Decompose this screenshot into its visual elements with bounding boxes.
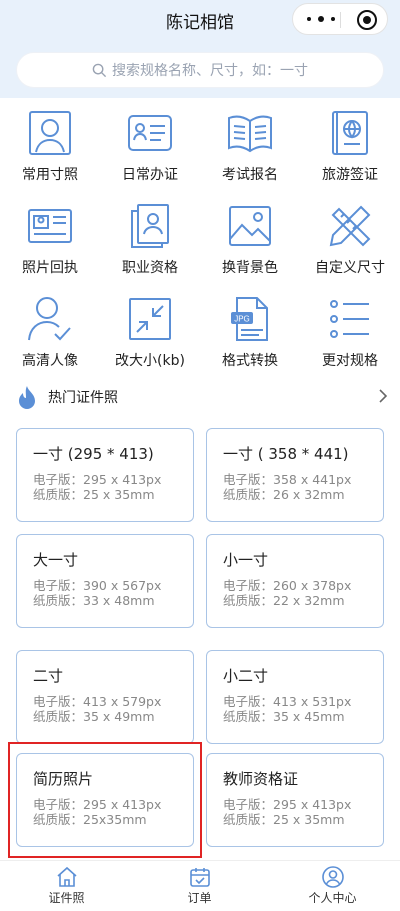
spec-electronic: 电子版：390 x 567px <box>33 578 162 593</box>
svg-text:JPG: JPG <box>234 315 250 324</box>
category-item-background[interactable]: 换背景色 <box>200 197 300 289</box>
spec-card-one-inch-358[interactable]: 一寸 ( 358 * 441) 电子版：358 x 441px 纸质版：26 x … <box>206 428 384 522</box>
spec-electronic: 电子版：358 x 441px <box>223 472 352 487</box>
category-item-common-photo[interactable]: 常用寸照 <box>0 104 100 196</box>
spec-card-name: 一寸 ( 358 * 441) <box>223 445 349 463</box>
category-item-format[interactable]: JPG 格式转换 <box>200 290 300 382</box>
tab-id-photo[interactable]: 证件照 <box>0 865 133 906</box>
hot-section-header[interactable]: 热门证件照 <box>16 384 388 410</box>
certificate-icon <box>131 204 169 248</box>
category-item-exam[interactable]: 考试报名 <box>200 104 300 196</box>
calendar-icon <box>189 868 210 887</box>
search-placeholder: 搜索规格名称、尺寸，如：一寸 <box>112 63 308 79</box>
passport-icon <box>332 111 368 155</box>
spec-card-one-inch[interactable]: 一寸 (295 * 413) 电子版：295 x 413px 纸质版：25 x 3… <box>16 428 194 522</box>
tab-profile[interactable]: 个人中心 <box>266 865 399 906</box>
spec-card-teacher-cert[interactable]: 教师资格证 电子版：295 x 413px 纸质版：25 x 35mm <box>206 753 384 847</box>
spec-paper: 纸质版：25 x 35mm <box>33 487 155 502</box>
spec-card-two-inch[interactable]: 二寸 电子版：413 x 579px 纸质版：35 x 49mm <box>16 650 194 744</box>
category-item-visa[interactable]: 旅游签证 <box>300 104 400 196</box>
jpg-file-icon: JPG <box>231 297 268 341</box>
category-item-more-specs[interactable]: 更对规格 <box>300 290 400 382</box>
spec-card-name: 小二寸 <box>223 667 269 685</box>
more-icon[interactable] <box>307 12 335 26</box>
tab-label: 证件照 <box>48 891 85 905</box>
search-bar[interactable]: 搜索规格名称、尺寸，如：一寸 <box>16 52 384 88</box>
spec-electronic: 电子版：413 x 579px <box>33 694 162 709</box>
category-item-daily-id[interactable]: 日常办证 <box>100 104 200 196</box>
spec-card-large-one-inch[interactable]: 大一寸 电子版：390 x 567px 纸质版：33 x 48mm <box>16 534 194 628</box>
category-item-hd-portrait[interactable]: 高清人像 <box>0 290 100 382</box>
spec-card-name: 二寸 <box>33 667 64 685</box>
user-icon <box>321 866 344 888</box>
close-target-icon[interactable] <box>357 10 377 30</box>
spec-paper: 纸质版：26 x 32mm <box>223 487 345 502</box>
category-item-resize[interactable]: 改大小(kb) <box>100 290 200 382</box>
home-icon <box>56 866 77 887</box>
spec-electronic: 电子版：413 x 531px <box>223 694 352 709</box>
spec-card-name: 教师资格证 <box>223 770 299 788</box>
spec-card-small-one-inch[interactable]: 小一寸 电子版：260 x 378px 纸质版：22 x 32mm <box>206 534 384 628</box>
tab-bar: 证件照 订单 个人中心 <box>0 860 400 911</box>
category-item-custom-size[interactable]: 自定义尺寸 <box>300 197 400 289</box>
spec-electronic: 电子版：260 x 378px <box>223 578 352 593</box>
mini-program-capsule <box>292 3 388 35</box>
tab-label: 订单 <box>187 891 212 905</box>
tab-label: 个人中心 <box>308 891 357 905</box>
spec-paper: 纸质版：35 x 49mm <box>33 709 155 724</box>
id-card-icon <box>128 115 172 151</box>
hot-section-title: 热门证件照 <box>48 390 118 406</box>
search-icon <box>92 63 107 77</box>
flame-icon <box>19 386 35 409</box>
open-book-icon <box>228 115 272 153</box>
spec-paper: 纸质版：35 x 45mm <box>223 709 345 724</box>
spec-electronic: 电子版：295 x 413px <box>33 472 162 487</box>
spec-card-name: 大一寸 <box>33 551 79 569</box>
person-portrait-icon <box>29 111 71 155</box>
resize-arrows-icon <box>129 298 171 340</box>
landscape-image-icon <box>229 206 271 246</box>
tab-orders[interactable]: 订单 <box>133 865 266 906</box>
spec-card-name: 小一寸 <box>223 551 269 569</box>
list-icon <box>330 300 369 338</box>
selection-highlight <box>8 742 202 858</box>
spec-paper: 纸质版：22 x 32mm <box>223 593 345 608</box>
spec-card-name: 一寸 (295 * 413) <box>33 445 154 463</box>
spec-card-small-two-inch[interactable]: 小二寸 电子版：413 x 531px 纸质版：35 x 45mm <box>206 650 384 744</box>
chevron-right-icon[interactable] <box>378 388 388 404</box>
category-item-receipt[interactable]: 照片回执 <box>0 197 100 289</box>
spec-paper: 纸质版：25 x 35mm <box>223 812 345 827</box>
spec-electronic: 电子版：295 x 413px <box>223 797 352 812</box>
receipt-card-icon <box>28 209 72 243</box>
capsule-divider <box>340 12 341 28</box>
person-check-icon <box>28 297 71 341</box>
spec-paper: 纸质版：33 x 48mm <box>33 593 155 608</box>
ruler-pencil-icon <box>329 205 371 247</box>
category-item-qualification[interactable]: 职业资格 <box>100 197 200 289</box>
